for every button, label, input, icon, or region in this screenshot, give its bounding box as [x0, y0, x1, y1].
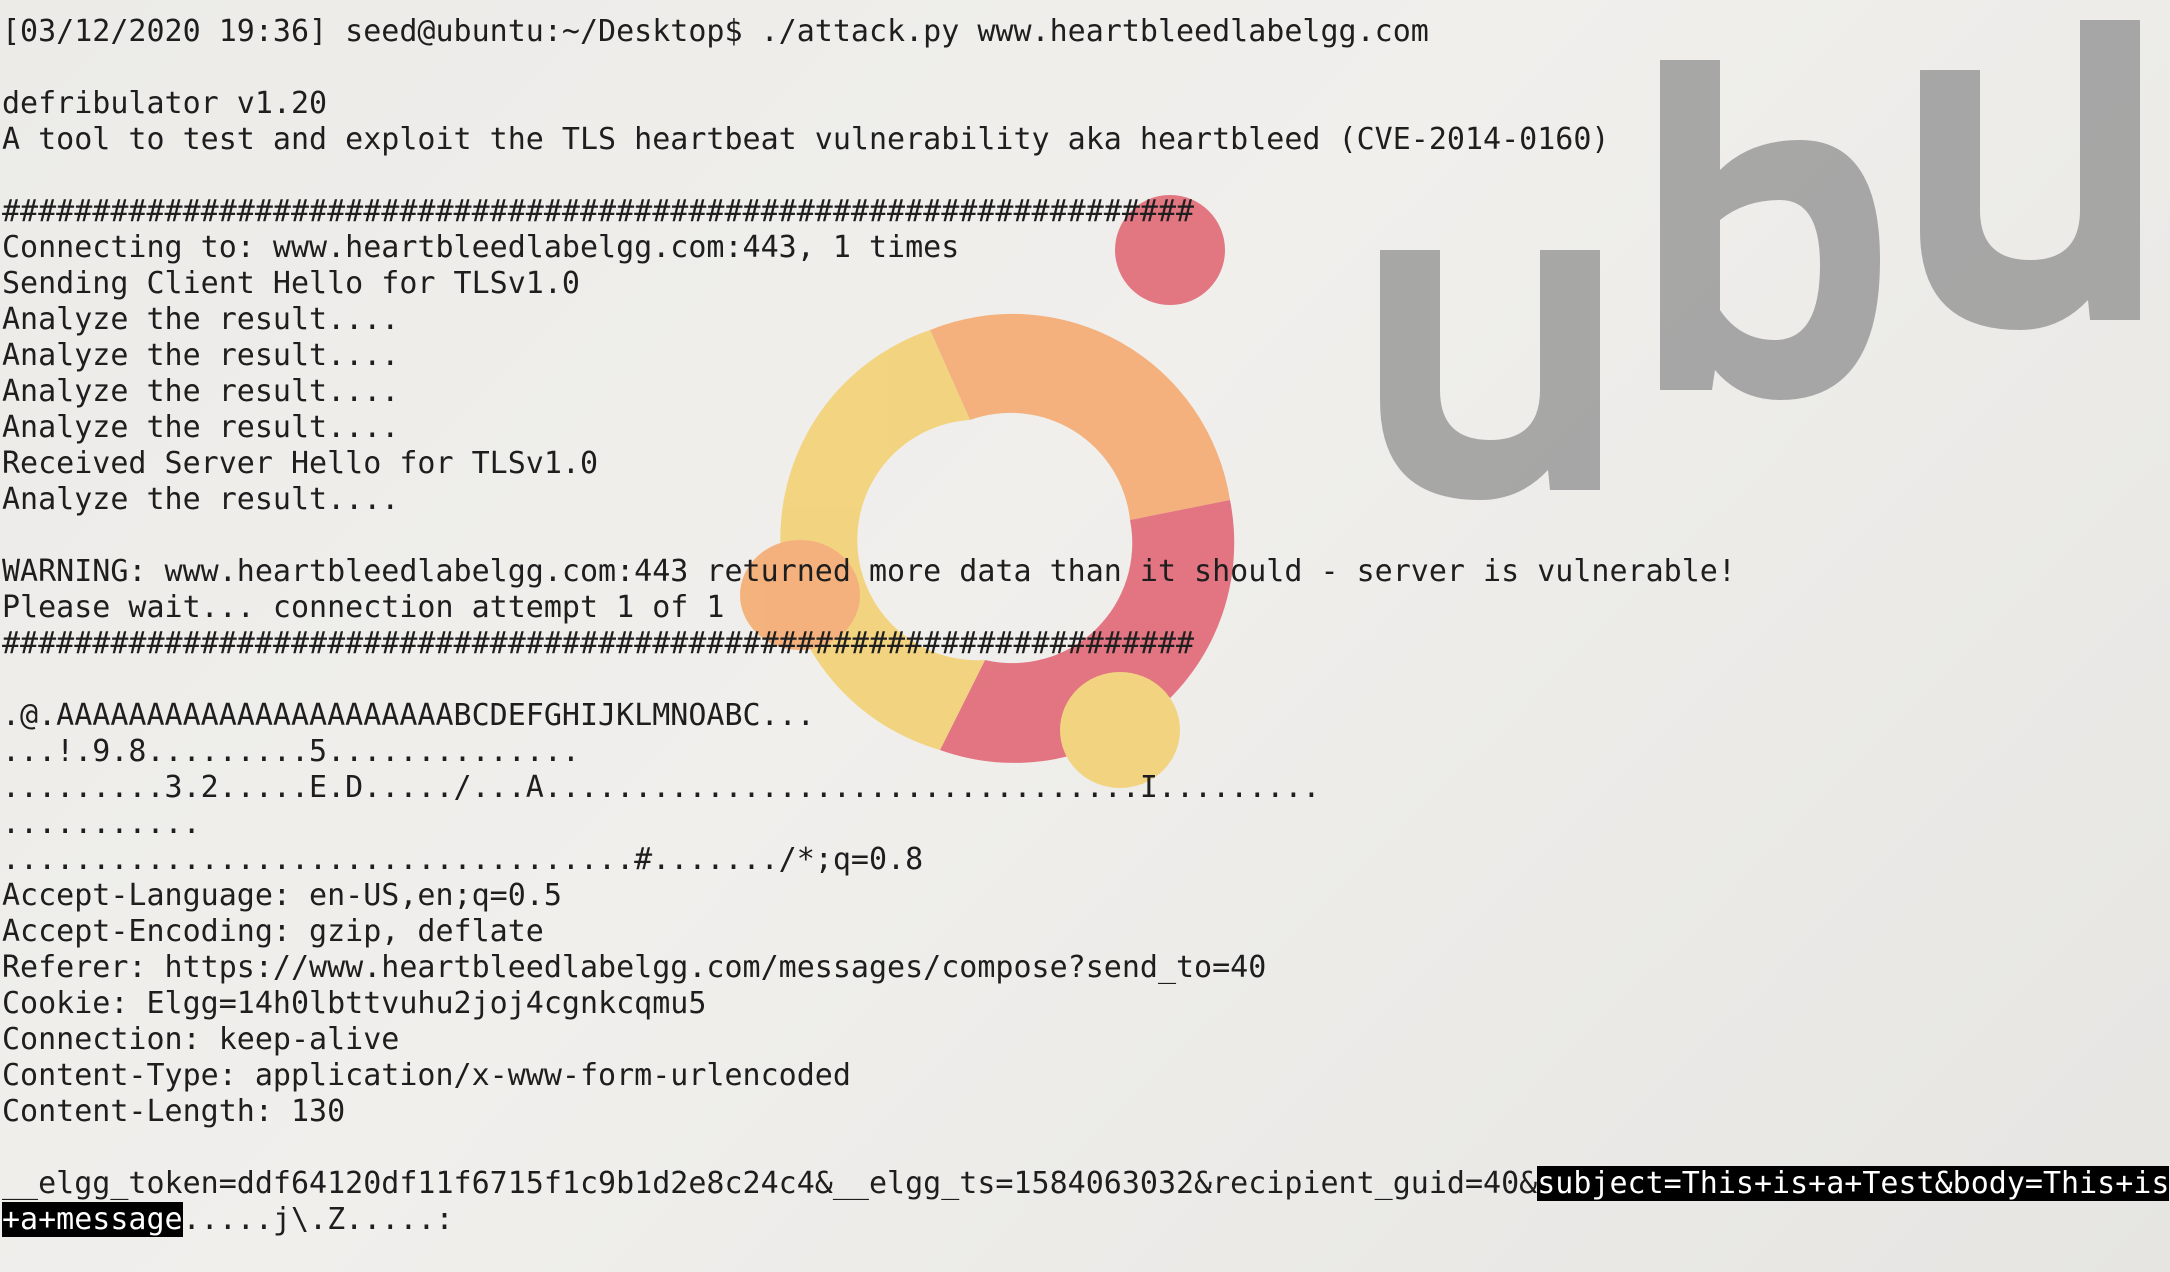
terminal-output-line: Analyze the result....	[2, 482, 400, 517]
terminal-header-line: Content-Length: 130	[2, 1094, 346, 1129]
terminal-output-line: Analyze the result....	[2, 374, 400, 409]
selected-text[interactable]: subject=This+is+a+Test&body=This+is	[1537, 1166, 2170, 1201]
terminal-header-line: Accept-Language: en-US,en;q=0.5	[2, 878, 562, 913]
terminal-leak-line: .@.AAAAAAAAAAAAAAAAAAAAAABCDEFGHIJKLMNOA…	[2, 698, 815, 733]
terminal-header-line: Connection: keep-alive	[2, 1022, 400, 1057]
terminal-header-line: Content-Type: application/x-www-form-url…	[2, 1058, 851, 1093]
terminal-post-body-line: __elgg_token=ddf64120df11f6715f1c9b1d2e8…	[2, 1166, 2170, 1202]
terminal-output-line: Sending Client Hello for TLSv1.0	[2, 266, 580, 301]
terminal-warning-line: WARNING: www.heartbleedlabelgg.com:443 r…	[2, 554, 1736, 589]
post-body-plain-text: __elgg_token=ddf64120df11f6715f1c9b1d2e8…	[2, 1166, 1538, 1201]
terminal-output-line: Analyze the result....	[2, 338, 400, 373]
terminal-window[interactable]: [03/12/2020 19:36] seed@ubuntu:~/Desktop…	[0, 0, 2170, 1272]
terminal-output-line: Analyze the result....	[2, 410, 400, 445]
terminal-leak-line: ...........	[2, 806, 201, 841]
terminal-prompt-line: [03/12/2020 19:36] seed@ubuntu:~/Desktop…	[2, 14, 1429, 49]
terminal-leak-line: ...................................#....…	[2, 842, 924, 877]
terminal-leak-line: .........3.2.....E.D...../...A..........…	[2, 770, 1321, 805]
terminal-output-line: Analyze the result....	[2, 302, 400, 337]
terminal-output-line: Received Server Hello for TLSv1.0	[2, 446, 599, 481]
terminal-output-line: Please wait... connection attempt 1 of 1	[2, 590, 725, 625]
terminal-output-line: A tool to test and exploit the TLS heart…	[2, 122, 1610, 157]
post-body-plain-text: .....j\.Z.....:	[182, 1202, 454, 1237]
terminal-output-line: Connecting to: www.heartbleedlabelgg.com…	[2, 230, 960, 265]
terminal-header-line: Referer: https://www.heartbleedlabelgg.c…	[2, 950, 1267, 985]
terminal-output-line: defribulator v1.20	[2, 86, 328, 121]
terminal-separator-line: ########################################…	[2, 194, 1195, 229]
terminal-header-line: Cookie: Elgg=14h0lbttvuhu2joj4cgnkcqmu5	[2, 986, 707, 1021]
terminal-leak-line: ...!.9.8.........5..............	[2, 734, 580, 769]
terminal-header-line: Accept-Encoding: gzip, deflate	[2, 914, 544, 949]
terminal-separator-line: ########################################…	[2, 626, 1195, 661]
terminal-post-body-line: +a+message.....j\.Z.....:	[2, 1202, 454, 1238]
selected-text[interactable]: +a+message	[2, 1202, 183, 1237]
